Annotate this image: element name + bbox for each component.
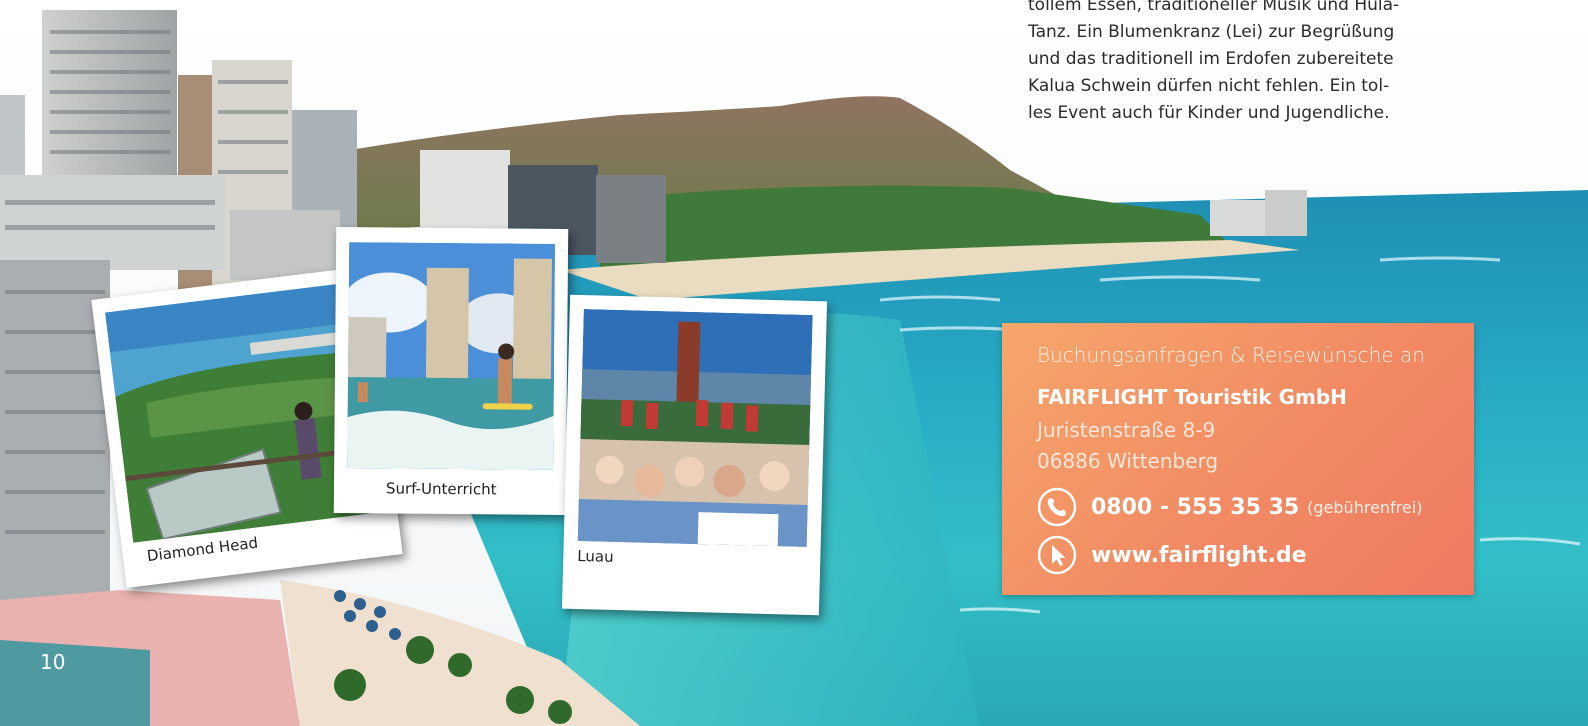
city-address: 06886 Wittenberg [1037, 449, 1219, 473]
polaroid-surf: Surf-Unterricht [333, 226, 569, 516]
phone-row: 0800 - 555 35 35 (gebührenfrei) [1037, 487, 1422, 527]
photo-caption: Surf-Unterricht [385, 479, 497, 499]
intro-line: les Event auch für Kinder und Jugendlich… [1028, 103, 1390, 123]
cursor-icon [1037, 535, 1077, 575]
polaroid-luau: Luau [561, 294, 828, 616]
intro-paragraph: tollem Essen, traditioneller Musik und H… [1028, 0, 1483, 127]
phone-icon [1037, 487, 1077, 527]
booking-heading: Buchungsanfragen & Reisewünsche an [1037, 343, 1425, 367]
phone-number[interactable]: 0800 - 555 35 35 [1091, 495, 1299, 520]
intro-line: Tanz. Ein Blumenkranz (Lei) zur Begrüßun… [1028, 22, 1395, 42]
photo-caption: Luau [577, 546, 614, 566]
intro-line: Kalua Schwein dürfen nicht fehlen. Ein t… [1028, 76, 1390, 96]
street-address: Juristenstraße 8-9 [1037, 418, 1216, 442]
intro-line: und das traditionell im Erdofen zubereit… [1028, 49, 1394, 69]
website-row: www.fairflight.de [1037, 535, 1307, 575]
website-link[interactable]: www.fairflight.de [1091, 543, 1307, 568]
intro-line: tollem Essen, traditioneller Musik und H… [1028, 0, 1400, 15]
phone-note: (gebührenfrei) [1307, 497, 1423, 517]
company-name: FAIRFLIGHT Touristik GmbH [1037, 385, 1347, 409]
booking-contact-box: Buchungsanfragen & Reisewünsche an FAIRF… [1002, 323, 1474, 595]
page-number: 10 [40, 650, 66, 674]
surf-photo [347, 242, 556, 470]
luau-photo [577, 309, 813, 547]
